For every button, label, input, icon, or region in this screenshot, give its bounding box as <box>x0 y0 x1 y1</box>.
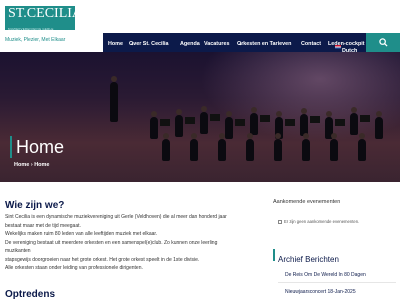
events-heading: Aankomende evenementen <box>273 199 341 205</box>
archive-heading: Archief Berichten <box>278 255 339 264</box>
site-tagline: Muziek, Plezier, Met Elkaar <box>5 37 66 43</box>
language-switcher[interactable]: Dutch <box>335 44 357 54</box>
intro-line: bestaat maar met de tijd meegaat. <box>5 222 81 229</box>
nav-label: Home <box>108 41 123 47</box>
intro-line: muzikanten <box>5 248 31 254</box>
archive-link[interactable]: De Reis Om De Wereld In 80 Dagen <box>285 272 366 278</box>
intro-line: Alle orkesten staan onder leiding van pr… <box>5 265 143 271</box>
no-events-text: Er zijn geen aankomende evenementen. <box>284 219 360 224</box>
site-header: ST.CECILIA MUZIEKVERENIGING GERLE <box>0 0 400 35</box>
search-icon <box>378 38 388 47</box>
archive-divider <box>278 282 396 283</box>
intro-line: Wekelijks maken ruim 80 leden van alle l… <box>5 231 158 237</box>
hero-banner: Home Home › Home <box>0 52 400 182</box>
search-button[interactable] <box>366 33 400 52</box>
intro-text: Sint Cecilia is een dynamische muziekver… <box>5 213 267 273</box>
logo-text: ST.CECILIA <box>8 6 83 21</box>
nav-label: Contact <box>301 41 322 47</box>
breadcrumb-current: Home <box>34 162 50 168</box>
intro-line: stapsgewijs doorgroeien naar het grote o… <box>5 256 200 263</box>
chevron-down-icon: ⌄ <box>130 41 135 47</box>
archive-heading-block: Archief Berichten <box>273 249 395 264</box>
intro-line: Sint Cecilia is een dynamische muziekver… <box>5 214 227 220</box>
logo-subtext: MUZIEKVERENIGING GERLE <box>8 27 54 31</box>
main-nav: Home Over St. Cecilia ⌄ Agenda Vacatures … <box>103 33 366 54</box>
nav-label: Orkesten en Tarieven <box>237 41 292 47</box>
calendar-icon <box>278 219 282 224</box>
nav-label: Vacatures <box>204 41 230 47</box>
intro-line: De vereniging bestaat uit meerdere orkes… <box>5 239 218 246</box>
no-events-notice: Er zijn geen aankomende evenementen. <box>278 219 359 224</box>
archive-link[interactable]: Nieuwjaarsconcert 18-Jan-2025 <box>285 289 356 295</box>
section-heading-optredens: Optredens <box>5 289 56 300</box>
nav-label: Over St. Cecilia <box>129 41 169 47</box>
netherlands-flag-icon <box>335 44 341 49</box>
section-heading-who: Wie zijn we? <box>5 200 65 211</box>
page-title: Home <box>10 136 64 158</box>
nav-label: Leden-cockpit <box>328 41 365 47</box>
nav-label: Agenda <box>180 41 200 47</box>
breadcrumb: Home › Home <box>14 162 49 168</box>
chevron-down-icon: ⌄ <box>238 41 243 47</box>
breadcrumb-home-link[interactable]: Home <box>14 162 29 168</box>
site-logo[interactable]: ST.CECILIA MUZIEKVERENIGING GERLE <box>5 6 82 31</box>
